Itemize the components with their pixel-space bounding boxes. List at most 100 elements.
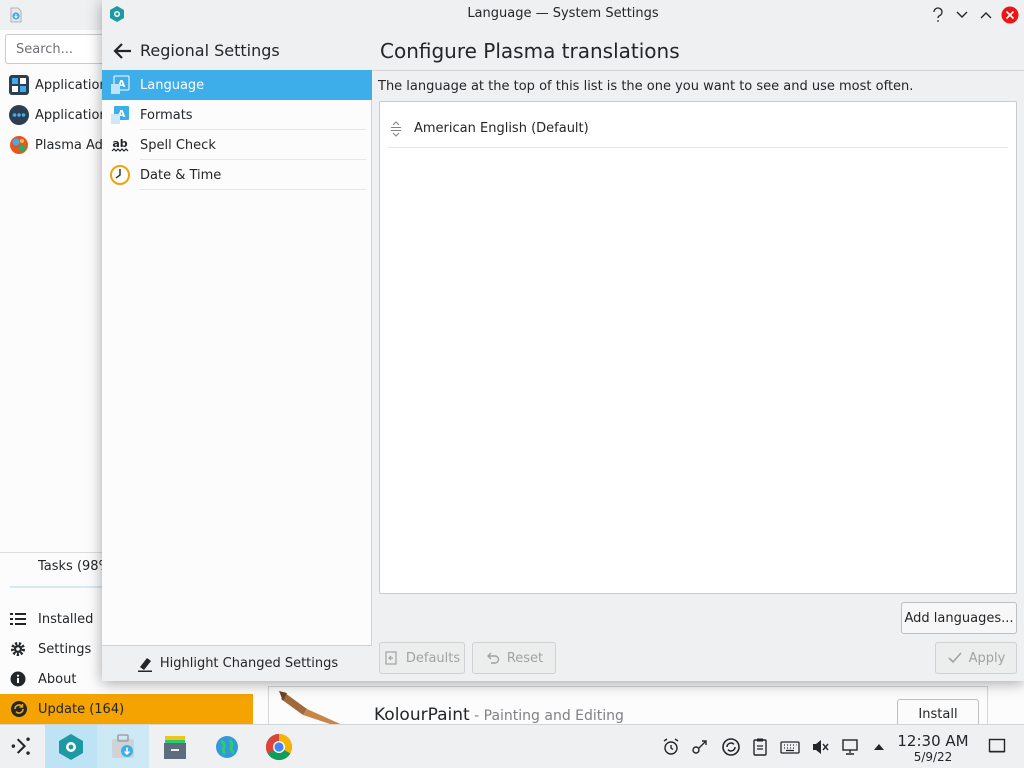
globe-icon xyxy=(216,736,238,758)
clock-date: 5/9/22 xyxy=(913,750,953,764)
drag-handle-icon[interactable] xyxy=(388,120,404,137)
header-separator xyxy=(372,70,1024,71)
defaults-icon xyxy=(385,651,397,665)
system-settings-window: Language — System Settings Regional Sett… xyxy=(102,0,1024,681)
sidebar-header: Regional Settings xyxy=(102,30,372,70)
sidebar-item-plasma-addons[interactable]: Plasma Add xyxy=(0,130,102,160)
sidebar-item-label: Date & Time xyxy=(140,167,222,183)
network-wired-icon[interactable] xyxy=(840,737,860,757)
sidebar-item-date-time[interactable]: Date & Time xyxy=(102,160,372,190)
info-icon xyxy=(10,671,26,687)
sidebar-item-about[interactable]: About xyxy=(0,664,102,694)
clipboard-icon[interactable] xyxy=(750,737,770,757)
app-category: - Painting and Editing xyxy=(469,708,624,724)
checkmark-icon xyxy=(948,652,962,664)
digital-clock[interactable]: 12:30 AM 5/9/22 xyxy=(892,732,974,764)
sidebar-item-update[interactable]: Update (164) xyxy=(0,694,253,724)
launcher-icon xyxy=(11,737,30,755)
update-icon xyxy=(11,701,27,717)
sidebar-item-language[interactable]: A Language xyxy=(102,70,372,100)
minimize-button[interactable] xyxy=(952,5,972,25)
close-button[interactable] xyxy=(1000,5,1020,25)
add-languages-label: Add languages... xyxy=(904,610,1014,626)
list-icon xyxy=(10,613,26,625)
category-sidebar: Regional Settings A Language A Formats a… xyxy=(102,30,372,681)
settings-titlebar[interactable]: Language — System Settings xyxy=(102,0,1024,30)
application-launcher[interactable] xyxy=(0,725,44,768)
update-notifier-icon[interactable] xyxy=(721,737,741,757)
sidebar-item-label: Plasma Add xyxy=(35,137,102,153)
item-separator xyxy=(140,189,366,190)
apply-button[interactable]: Apply xyxy=(935,642,1017,674)
task-chrome[interactable] xyxy=(253,725,305,768)
clock-icon xyxy=(110,165,130,185)
chevron-down-icon xyxy=(956,11,968,18)
language-row[interactable]: American English (Default) xyxy=(388,110,1008,148)
taskbar: 12:30 AM 5/9/22 xyxy=(0,724,1024,768)
sidebar-item-formats[interactable]: A Formats xyxy=(102,100,372,130)
language-name: American English (Default) xyxy=(414,121,589,136)
spell-check-icon: ab xyxy=(111,137,129,152)
applications-grid-icon xyxy=(9,75,29,95)
search-input[interactable]: Search... xyxy=(5,34,105,64)
volume-muted-icon[interactable] xyxy=(810,737,830,757)
discover-task-icon xyxy=(112,734,134,758)
reset-label: Reset xyxy=(506,650,544,666)
file-manager-icon xyxy=(164,736,186,759)
keyboard-icon[interactable] xyxy=(780,737,800,757)
system-settings-task-icon xyxy=(59,734,83,760)
plasma-addons-icon xyxy=(10,136,28,154)
help-button[interactable] xyxy=(928,5,948,25)
show-desktop-icon[interactable] xyxy=(988,737,1006,755)
task-system-settings[interactable] xyxy=(45,725,97,768)
back-arrow-icon[interactable] xyxy=(112,40,134,62)
app-card-title: KolourPaint - Painting and Editing xyxy=(374,705,624,725)
chrome-icon xyxy=(265,733,293,761)
sidebar-item-label: Spell Check xyxy=(140,137,216,153)
page-title: Configure Plasma translations xyxy=(380,39,680,63)
app-card-kolourpaint[interactable]: KolourPaint - Painting and Editing Insta… xyxy=(268,686,988,726)
alarm-clock-icon[interactable] xyxy=(661,737,681,757)
defaults-button[interactable]: Defaults xyxy=(379,642,465,674)
formats-icon: A xyxy=(111,106,129,124)
window-title: Language — System Settings xyxy=(467,6,659,21)
tasks-label: Tasks (98% xyxy=(38,559,102,574)
kde-connect-icon[interactable] xyxy=(690,737,710,757)
tray-expand-chevron-up-icon[interactable] xyxy=(869,737,889,757)
tasks-progress[interactable]: Tasks (98% xyxy=(0,552,102,592)
task-discover[interactable] xyxy=(97,725,149,768)
install-button[interactable]: Install xyxy=(897,699,979,726)
language-icon: A xyxy=(111,75,130,94)
sidebar-item-application-addons[interactable]: Application xyxy=(0,100,102,130)
reset-button[interactable]: Reset xyxy=(472,642,556,674)
maximize-button[interactable] xyxy=(976,5,996,25)
discover-app-icon xyxy=(10,7,22,23)
task-globe-app[interactable] xyxy=(201,725,253,768)
sidebar-item-spell-check[interactable]: ab Spell Check xyxy=(102,130,372,160)
sidebar-item-settings[interactable]: Settings xyxy=(0,634,102,664)
undo-icon xyxy=(486,652,500,664)
about-label: About xyxy=(38,671,77,687)
add-languages-button[interactable]: Add languages... xyxy=(901,602,1017,634)
sidebar-item-label: Language xyxy=(140,77,205,93)
installed-label: Installed xyxy=(38,611,94,627)
close-icon xyxy=(1001,6,1019,24)
defaults-label: Defaults xyxy=(405,650,461,666)
task-file-manager[interactable] xyxy=(149,725,201,768)
sidebar-item-installed[interactable]: Installed xyxy=(0,604,102,634)
sidebar-title: Regional Settings xyxy=(140,41,280,60)
sidebar-item-applications[interactable]: Application xyxy=(0,70,102,100)
page-description: The language at the top of this list is … xyxy=(378,79,914,94)
kolourpaint-brush-icon xyxy=(279,691,345,726)
language-list: American English (Default) xyxy=(379,101,1017,594)
application-addons-icon xyxy=(9,105,29,125)
sidebar-item-label: Formats xyxy=(140,107,193,123)
tasks-progress-bar xyxy=(10,586,102,588)
language-config-pane: Configure Plasma translations The langua… xyxy=(372,30,1024,681)
sidebar-item-label: Application xyxy=(35,77,102,93)
settings-label: Settings xyxy=(38,641,92,657)
highlight-changed-label: Highlight Changed Settings xyxy=(159,656,339,671)
highlighter-icon xyxy=(137,657,152,672)
update-label: Update (164) xyxy=(38,701,125,717)
highlight-changed-settings-button[interactable]: Highlight Changed Settings xyxy=(102,645,372,681)
